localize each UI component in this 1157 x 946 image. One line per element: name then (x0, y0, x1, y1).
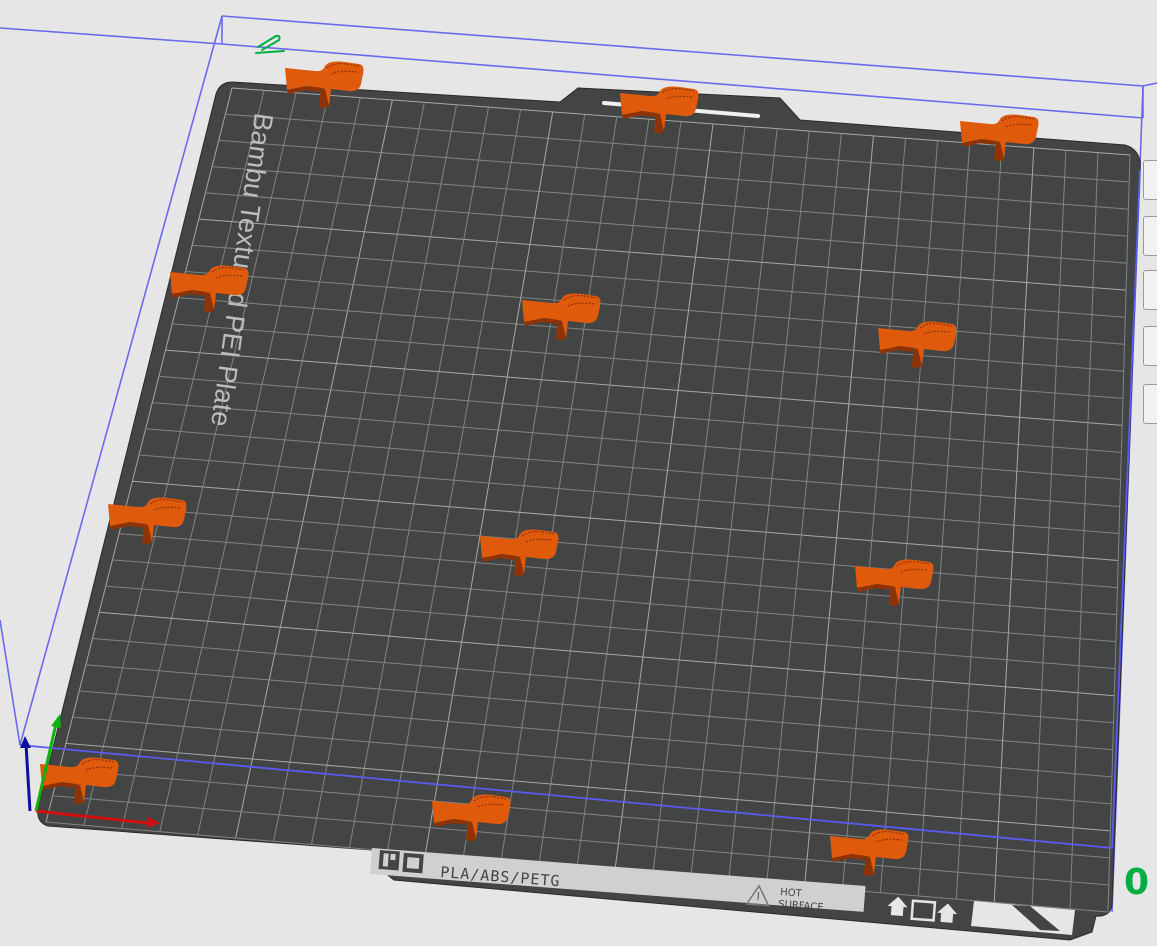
plate-edit-pencil-icon[interactable] (255, 34, 285, 54)
arrange-tool-button[interactable] (1143, 270, 1157, 310)
hot-surface-label-line1: HOT (780, 887, 803, 900)
view-tool-button[interactable] (1143, 160, 1157, 200)
axis-z (24, 743, 32, 812)
collapse-toolbar-button[interactable] (1143, 384, 1157, 424)
3d-viewport[interactable]: Bambu Textured PEI Plate PLA/ABS/PETG HO… (0, 0, 1157, 946)
plate-index-label[interactable]: 0 (1124, 862, 1149, 903)
plate-settings-tool-button[interactable] (1143, 326, 1157, 366)
auto-orient-tool-button[interactable] (1143, 216, 1157, 256)
